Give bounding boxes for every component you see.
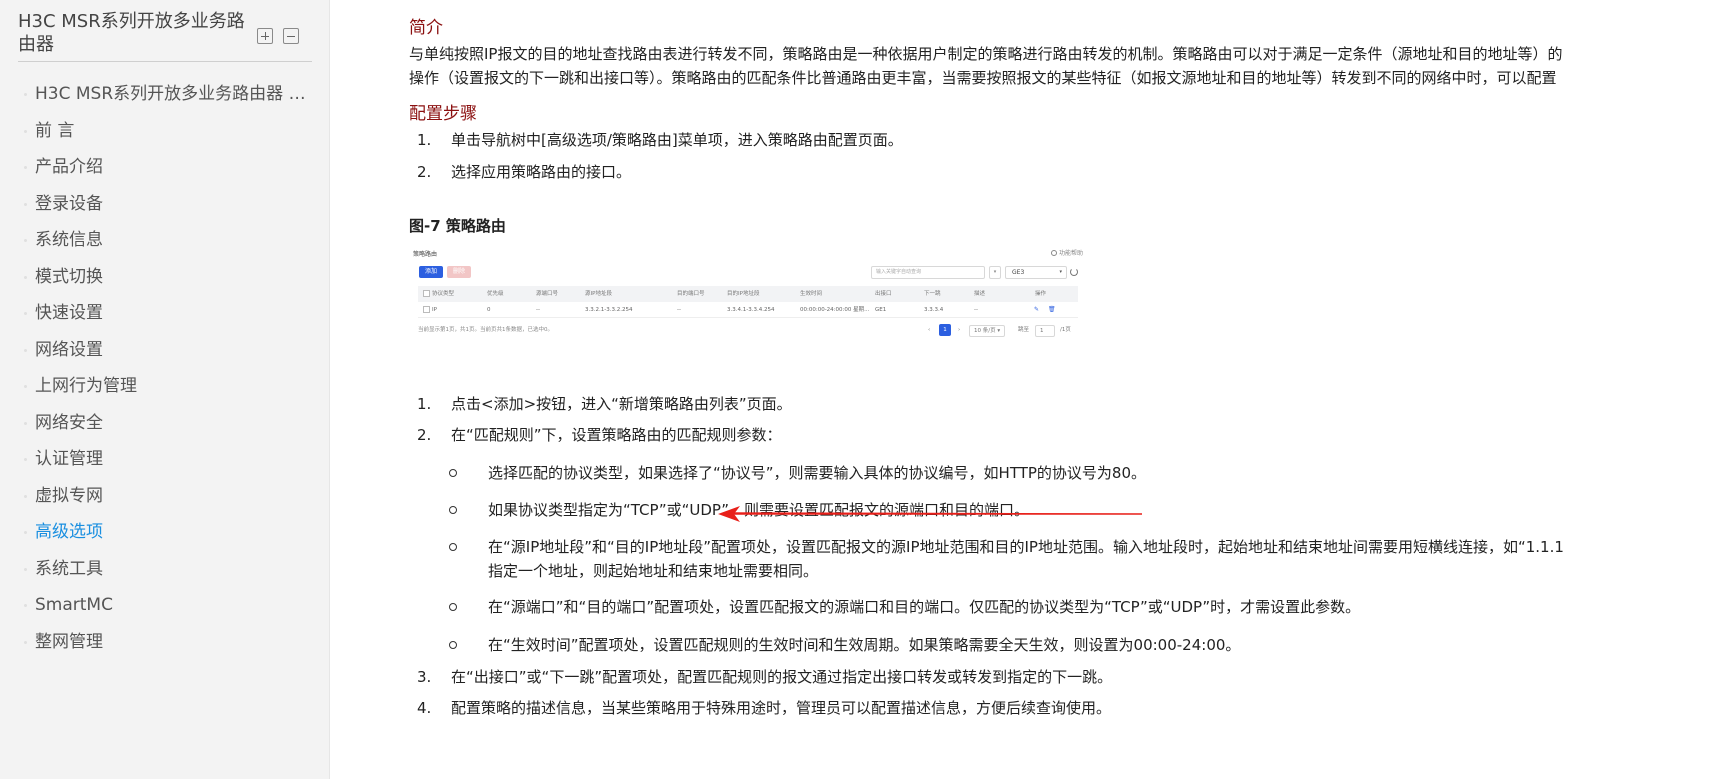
sidebar-item[interactable]: 产品介绍 bbox=[0, 149, 329, 186]
sidebar-item[interactable]: 登录设备 bbox=[0, 186, 329, 223]
bullet-icon bbox=[24, 93, 27, 96]
sidebar-item[interactable]: 虚拟专网 bbox=[0, 478, 329, 515]
bullet-icon bbox=[24, 567, 27, 571]
main-content: 简介 与单纯按照IP报文的目的地址查找路由表进行转发不同，策略路由是一种依据用户… bbox=[330, 0, 1720, 779]
sidebar-item-label: 认证管理 bbox=[35, 449, 103, 469]
sidebar-item-label: 快速设置 bbox=[35, 303, 103, 323]
sidebar: H3C MSR系列开放多业务路由器 H3C MSR系列开放多业务路由器 W...… bbox=[0, 0, 330, 779]
bullet-icon bbox=[24, 312, 27, 315]
sidebar-item-label: 虚拟专网 bbox=[35, 485, 103, 506]
sidebar-item-label: 登录设备 bbox=[35, 193, 103, 214]
sidebar-item[interactable]: 系统信息 bbox=[0, 222, 329, 259]
sidebar-item-label: 系统信息 bbox=[35, 230, 103, 250]
sidebar-title: H3C MSR系列开放多业务路由器 bbox=[18, 11, 245, 55]
sidebar-item-label: 系统工具 bbox=[35, 558, 103, 579]
sidebar-item-label: H3C MSR系列开放多业务路由器 W... bbox=[35, 84, 320, 104]
bullet-icon bbox=[24, 129, 27, 133]
sidebar-item[interactable]: 快速设置 bbox=[0, 295, 329, 332]
sidebar-item-label: SmartMC bbox=[35, 595, 113, 615]
sidebar-item-label: 网络安全 bbox=[35, 412, 103, 433]
bullet-icon bbox=[24, 385, 27, 388]
sidebar-item-label: 前 言 bbox=[35, 120, 75, 141]
bullet-icon bbox=[24, 421, 27, 425]
sidebar-item[interactable]: SmartMC bbox=[0, 587, 329, 624]
sidebar-item-label: 模式切换 bbox=[35, 266, 103, 287]
annotation-arrow bbox=[718, 506, 1143, 522]
sidebar-item[interactable]: 高级选项 bbox=[0, 514, 329, 551]
bullet-icon bbox=[24, 166, 27, 169]
bullet-icon bbox=[24, 348, 27, 352]
collapse-all-icon[interactable] bbox=[283, 28, 299, 44]
sidebar-nav: H3C MSR系列开放多业务路由器 W... 前 言产品介绍登录设备系统信息模式切… bbox=[0, 76, 329, 661]
sidebar-item[interactable]: 模式切换 bbox=[0, 259, 329, 296]
sidebar-item[interactable]: 系统工具 bbox=[0, 551, 329, 588]
sidebar-item-label: 产品介绍 bbox=[35, 157, 103, 177]
bullet-icon bbox=[24, 531, 27, 534]
bullet-icon bbox=[24, 275, 27, 279]
sidebar-item[interactable]: 上网行为管理 bbox=[0, 368, 329, 405]
sidebar-item[interactable]: 网络安全 bbox=[0, 405, 329, 442]
sidebar-item-label: 网络设置 bbox=[35, 339, 103, 360]
sidebar-header: H3C MSR系列开放多业务路由器 bbox=[18, 10, 312, 62]
expand-all-icon[interactable] bbox=[257, 28, 273, 44]
bullet-icon bbox=[24, 458, 27, 461]
sidebar-item[interactable]: 认证管理 bbox=[0, 441, 329, 478]
sidebar-item[interactable]: H3C MSR系列开放多业务路由器 W... bbox=[0, 76, 329, 113]
sidebar-item[interactable]: 前 言 bbox=[0, 113, 329, 150]
sidebar-item[interactable]: 整网管理 bbox=[0, 624, 329, 661]
bullet-icon bbox=[24, 239, 27, 242]
sidebar-item-label: 高级选项 bbox=[35, 522, 103, 542]
bullet-icon bbox=[24, 494, 27, 498]
annotation-arrow-shaft bbox=[729, 512, 1143, 515]
bullet-icon bbox=[24, 202, 27, 206]
bullet-icon bbox=[24, 640, 27, 644]
bullet-icon bbox=[24, 604, 27, 607]
sidebar-item[interactable]: 网络设置 bbox=[0, 332, 329, 369]
sidebar-item-label: 上网行为管理 bbox=[35, 376, 137, 396]
sidebar-item-label: 整网管理 bbox=[35, 631, 103, 652]
